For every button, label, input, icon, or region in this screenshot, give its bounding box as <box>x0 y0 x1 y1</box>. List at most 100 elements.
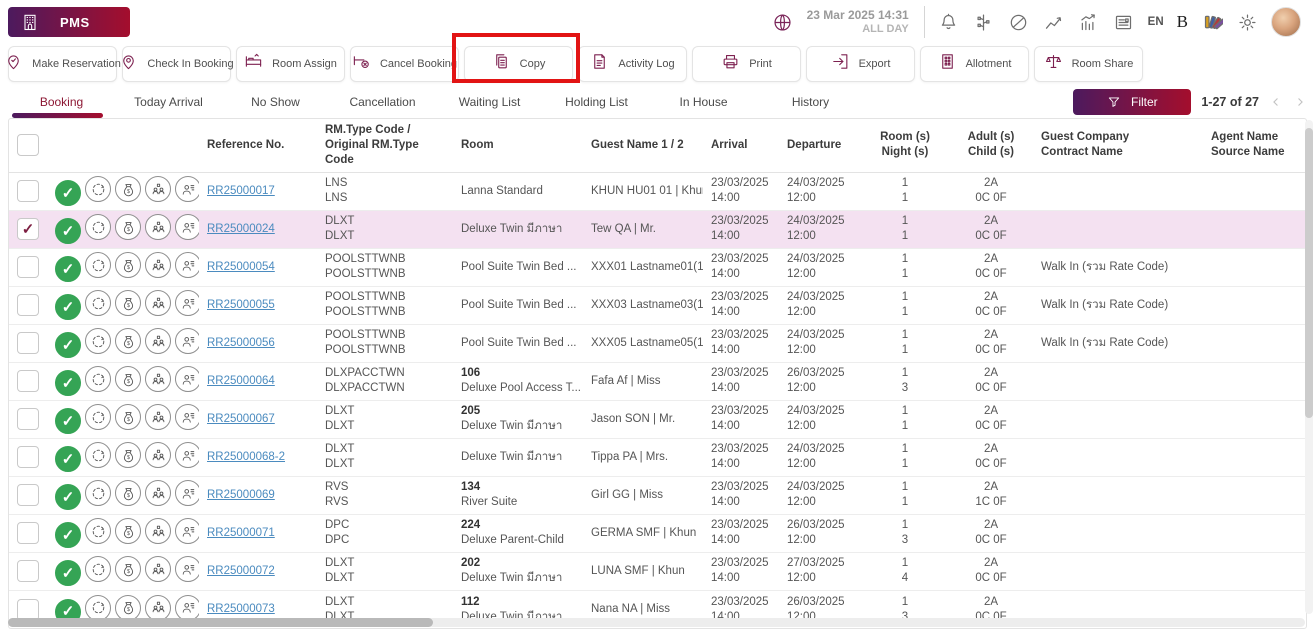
toolbar-button-cancel-booking[interactable]: Cancel Booking <box>350 46 459 82</box>
group-share-icon[interactable] <box>145 366 171 392</box>
toolbar-button-print[interactable]: Print <box>692 46 801 82</box>
sync-status-icon[interactable] <box>85 556 111 582</box>
confirmed-check-icon[interactable]: ✓ <box>55 180 81 206</box>
reference-link[interactable]: RR25000054 <box>207 261 275 273</box>
settings-gear-icon[interactable] <box>1236 11 1258 33</box>
sync-status-icon[interactable] <box>85 366 111 392</box>
payment-icon[interactable]: $ <box>115 518 141 544</box>
payment-icon[interactable]: $ <box>115 480 141 506</box>
row-checkbox[interactable] <box>17 484 39 506</box>
sync-status-icon[interactable] <box>85 176 111 202</box>
user-avatar[interactable] <box>1271 7 1301 37</box>
reference-link[interactable]: RR25000064 <box>207 375 275 387</box>
group-share-icon[interactable] <box>145 442 171 468</box>
select-all-checkbox[interactable] <box>17 134 39 156</box>
tab-waiting-list[interactable]: Waiting List <box>436 86 543 117</box>
confirmed-check-icon[interactable]: ✓ <box>55 408 81 434</box>
payment-icon[interactable]: $ <box>115 290 141 316</box>
tab-booking[interactable]: Booking <box>8 86 115 117</box>
horizontal-scrollbar[interactable] <box>8 618 1305 627</box>
guest-profile-icon[interactable] <box>175 480 199 506</box>
group-share-icon[interactable] <box>145 480 171 506</box>
palette-icon[interactable] <box>1201 11 1223 33</box>
confirmed-check-icon[interactable]: ✓ <box>55 294 81 320</box>
row-checkbox[interactable] <box>17 180 39 202</box>
row-checkbox[interactable]: ✓ <box>17 218 39 240</box>
sync-status-icon[interactable] <box>85 290 111 316</box>
bold-b-button[interactable]: B <box>1177 12 1188 32</box>
confirmed-check-icon[interactable]: ✓ <box>55 446 81 472</box>
reference-link[interactable]: RR25000073 <box>207 603 275 615</box>
globe-icon[interactable] <box>772 11 794 33</box>
toolbar-button-room-share[interactable]: Room Share <box>1034 46 1143 82</box>
confirmed-check-icon[interactable]: ✓ <box>55 218 81 244</box>
vertical-scrollbar[interactable] <box>1305 120 1313 614</box>
guest-profile-icon[interactable] <box>175 290 199 316</box>
row-checkbox[interactable] <box>17 560 39 582</box>
reference-link[interactable]: RR25000067 <box>207 413 275 425</box>
row-checkbox[interactable] <box>17 446 39 468</box>
guest-profile-icon[interactable] <box>175 328 199 354</box>
group-share-icon[interactable] <box>145 252 171 278</box>
confirmed-check-icon[interactable]: ✓ <box>55 256 81 282</box>
reference-link[interactable]: RR25000072 <box>207 565 275 577</box>
tab-cancellation[interactable]: Cancellation <box>329 86 436 117</box>
confirmed-check-icon[interactable]: ✓ <box>55 484 81 510</box>
reference-link[interactable]: RR25000017 <box>207 185 275 197</box>
guest-profile-icon[interactable] <box>175 214 199 240</box>
reference-link[interactable]: RR25000056 <box>207 337 275 349</box>
payment-icon[interactable]: $ <box>115 595 141 621</box>
guest-profile-icon[interactable] <box>175 442 199 468</box>
guest-profile-icon[interactable] <box>175 404 199 430</box>
next-page-icon[interactable] <box>1293 95 1307 109</box>
sync-status-icon[interactable] <box>85 252 111 278</box>
confirmed-check-icon[interactable]: ✓ <box>55 332 81 358</box>
toolbar-button-copy[interactable]: Copy <box>464 46 573 82</box>
toolbar-button-check-in-booking[interactable]: Check In Booking <box>122 46 231 82</box>
reference-link[interactable]: RR25000071 <box>207 527 275 539</box>
line-chart-icon[interactable] <box>1043 11 1065 33</box>
toolbar-button-activity-log[interactable]: Activity Log <box>578 46 687 82</box>
language-selector[interactable]: EN <box>1148 16 1164 28</box>
guest-profile-icon[interactable] <box>175 595 199 621</box>
reference-link[interactable]: RR25000055 <box>207 299 275 311</box>
bar-chart-icon[interactable] <box>1078 11 1100 33</box>
row-checkbox[interactable] <box>17 256 39 278</box>
sync-status-icon[interactable] <box>85 214 111 240</box>
toolbar-button-room-assign[interactable]: Room Assign <box>236 46 345 82</box>
pms-logo[interactable]: PMS <box>8 7 130 37</box>
filter-button[interactable]: Filter <box>1073 89 1191 115</box>
sync-status-icon[interactable] <box>85 328 111 354</box>
payment-icon[interactable]: $ <box>115 214 141 240</box>
tab-in-house[interactable]: In House <box>650 86 757 117</box>
payment-icon[interactable]: $ <box>115 176 141 202</box>
sync-status-icon[interactable] <box>85 480 111 506</box>
row-checkbox[interactable] <box>17 408 39 430</box>
reference-link[interactable]: RR25000024 <box>207 223 275 235</box>
tab-today-arrival[interactable]: Today Arrival <box>115 86 222 117</box>
notification-bell-icon[interactable] <box>938 11 960 33</box>
sync-status-icon[interactable] <box>85 442 111 468</box>
group-share-icon[interactable] <box>145 595 171 621</box>
guest-profile-icon[interactable] <box>175 366 199 392</box>
guest-profile-icon[interactable] <box>175 556 199 582</box>
row-checkbox[interactable] <box>17 332 39 354</box>
toolbar-button-allotment[interactable]: Allotment <box>920 46 1029 82</box>
prohibited-icon[interactable] <box>1008 11 1030 33</box>
row-checkbox[interactable] <box>17 370 39 392</box>
horizontal-scrollbar-thumb[interactable] <box>8 618 433 627</box>
sync-status-icon[interactable] <box>85 518 111 544</box>
group-share-icon[interactable] <box>145 214 171 240</box>
payment-icon[interactable]: $ <box>115 556 141 582</box>
confirmed-check-icon[interactable]: ✓ <box>55 560 81 586</box>
group-share-icon[interactable] <box>145 518 171 544</box>
confirmed-check-icon[interactable]: ✓ <box>55 370 81 396</box>
toolbar-button-export[interactable]: Export <box>806 46 915 82</box>
group-share-icon[interactable] <box>145 328 171 354</box>
confirmed-check-icon[interactable]: ✓ <box>55 522 81 548</box>
tab-no-show[interactable]: No Show <box>222 86 329 117</box>
group-share-icon[interactable] <box>145 290 171 316</box>
tab-holding-list[interactable]: Holding List <box>543 86 650 117</box>
payment-icon[interactable]: $ <box>115 328 141 354</box>
sync-status-icon[interactable] <box>85 404 111 430</box>
